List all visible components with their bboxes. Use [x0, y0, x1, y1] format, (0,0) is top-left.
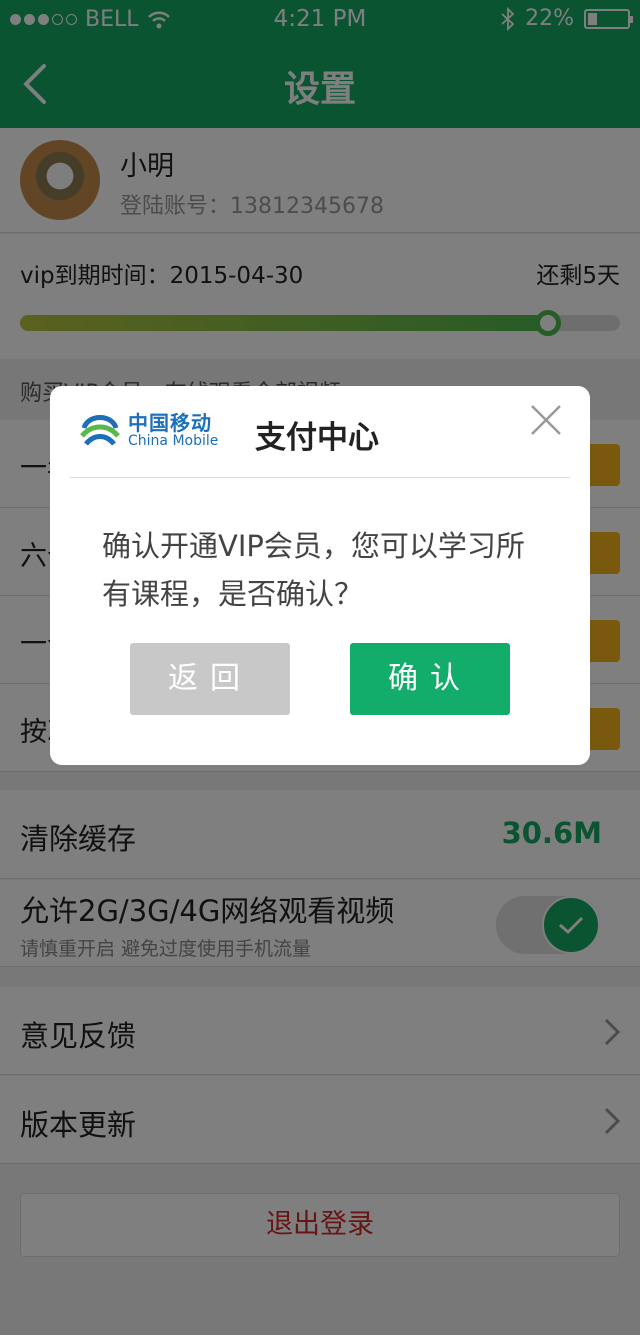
brand-name-cn: 中国移动 [128, 411, 212, 436]
close-icon[interactable] [528, 402, 564, 438]
cancel-button[interactable]: 返回 [130, 643, 290, 715]
china-mobile-logo-icon [80, 415, 120, 446]
dialog-divider [70, 477, 570, 478]
dialog-title: 支付中心 [255, 420, 379, 456]
china-mobile-logo: 中国移动 China Mobile [78, 410, 218, 452]
dialog-message: 确认开通VIP会员，您可以学习所有课程，是否确认？ [102, 529, 525, 611]
payment-dialog: 中国移动 China Mobile 支付中心 确认开通VIP会员，您可以学习所有… [50, 386, 590, 765]
brand-name-en: China Mobile [128, 433, 219, 450]
confirm-button[interactable]: 确认 [350, 643, 510, 715]
